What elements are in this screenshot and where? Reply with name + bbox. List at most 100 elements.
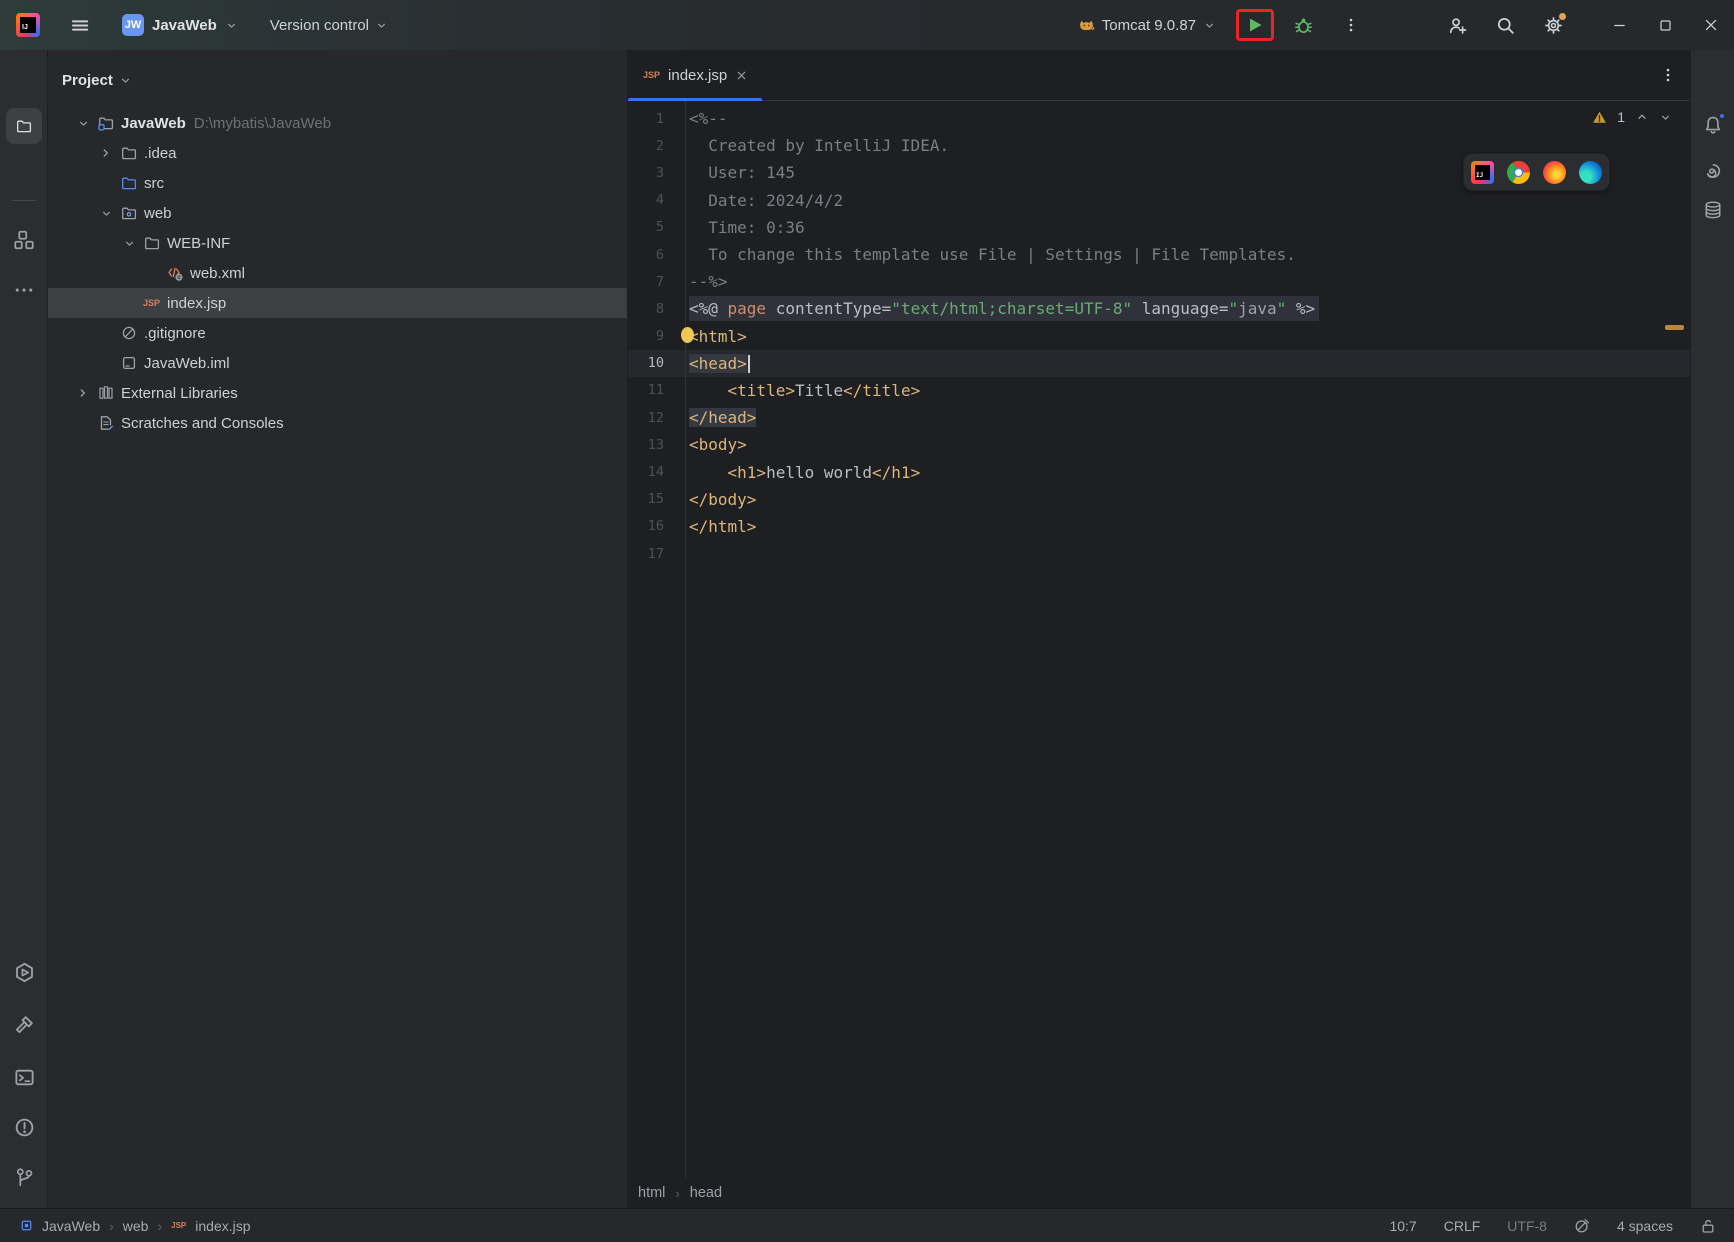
line-number[interactable]: 14 — [628, 464, 685, 480]
code-text: <title>Title</title> — [685, 381, 920, 400]
line-number[interactable]: 13 — [628, 437, 685, 453]
tab-index-jsp[interactable]: JSP index.jsp — [628, 50, 762, 100]
line-number[interactable]: 16 — [628, 518, 685, 534]
unlock-icon[interactable] — [1700, 1218, 1716, 1234]
inspections-widget[interactable]: 1 — [1592, 109, 1672, 125]
line-number[interactable]: 4 — [628, 192, 685, 208]
line-number[interactable]: 8 — [628, 301, 685, 317]
indent-style[interactable]: 4 spaces — [1617, 1218, 1673, 1234]
code-line[interactable]: 9<html> — [628, 323, 1690, 350]
next-problem-button[interactable] — [1659, 111, 1672, 124]
code-line[interactable]: 17 — [628, 540, 1690, 567]
code-line[interactable]: 15</body> — [628, 486, 1690, 513]
tab-close-icon[interactable] — [735, 69, 748, 82]
tree-item-index-jsp[interactable]: JSPindex.jsp — [48, 288, 627, 318]
terminal-tool-button[interactable] — [6, 1059, 42, 1095]
line-number[interactable]: 2 — [628, 138, 685, 154]
chevron-down-icon[interactable] — [98, 205, 114, 221]
line-number[interactable]: 3 — [628, 165, 685, 181]
code-line[interactable]: 1<%-- — [628, 105, 1690, 132]
tree-item-web-xml[interactable]: web.xml — [48, 258, 627, 288]
line-number[interactable]: 9 — [628, 328, 685, 344]
line-number[interactable]: 6 — [628, 247, 685, 263]
project-widget[interactable]: JW JavaWeb — [122, 14, 238, 36]
code-line[interactable]: 12</head> — [628, 404, 1690, 431]
search-everywhere-button[interactable] — [1488, 9, 1522, 41]
breadcrumb-head[interactable]: head — [690, 1185, 722, 1201]
tree-item--gitignore[interactable]: .gitignore — [48, 318, 627, 348]
open-in-firefox-button[interactable] — [1543, 161, 1566, 184]
folder-icon — [16, 118, 32, 134]
version-control-tool-button[interactable] — [6, 1159, 42, 1195]
file-encoding[interactable]: UTF-8 — [1507, 1218, 1547, 1234]
open-in-edge-button[interactable] — [1579, 161, 1602, 184]
line-number[interactable]: 11 — [628, 382, 685, 398]
code-line[interactable]: 8<%@ page contentType="text/html;charset… — [628, 295, 1690, 322]
run-button[interactable] — [1241, 12, 1269, 38]
ai-assistant-button[interactable] — [1695, 153, 1731, 189]
chevron-down-icon[interactable] — [75, 115, 91, 131]
build-tool-button[interactable] — [6, 1006, 42, 1042]
window-controls — [1596, 7, 1734, 43]
chevron-right-icon[interactable] — [75, 385, 91, 401]
code-line[interactable]: 7--%> — [628, 268, 1690, 295]
tree-item-label: .gitignore — [144, 325, 206, 342]
project-tool-button[interactable] — [6, 108, 42, 144]
minimize-button[interactable] — [1596, 7, 1642, 43]
tree-item-scratches-and-consoles[interactable]: Scratches and Consoles — [48, 408, 627, 438]
status-path-web[interactable]: web — [123, 1218, 149, 1234]
main-menu-button[interactable] — [64, 10, 94, 40]
status-path-JavaWeb[interactable]: JavaWeb — [42, 1218, 100, 1234]
structure-tool-button[interactable] — [6, 222, 42, 258]
debug-button[interactable] — [1286, 9, 1320, 41]
warning-stripe-marker[interactable] — [1665, 325, 1684, 330]
project-panel-header[interactable]: Project — [48, 58, 627, 102]
code-line[interactable]: 5 Time: 0:36 — [628, 214, 1690, 241]
caret-position[interactable]: 10:7 — [1389, 1218, 1416, 1234]
line-number[interactable]: 10 — [628, 355, 685, 371]
line-separator[interactable]: CRLF — [1444, 1218, 1481, 1234]
tree-item-web-inf[interactable]: WEB-INF — [48, 228, 627, 258]
chevron-right-icon[interactable] — [98, 145, 114, 161]
services-tool-button[interactable] — [6, 954, 42, 990]
chevron-down-icon[interactable] — [121, 235, 137, 251]
line-number[interactable]: 17 — [628, 546, 685, 562]
add-user-button[interactable] — [1440, 9, 1474, 41]
open-in-chrome-button[interactable] — [1507, 161, 1530, 184]
code-line[interactable]: 14 <h1>hello world</h1> — [628, 458, 1690, 485]
status-path-index.jsp[interactable]: index.jsp — [195, 1218, 250, 1234]
line-number[interactable]: 1 — [628, 111, 685, 127]
previous-problem-button[interactable] — [1635, 110, 1649, 124]
tree-item-javaweb-iml[interactable]: JavaWeb.iml — [48, 348, 627, 378]
code-line[interactable]: 10<head> — [628, 350, 1690, 377]
line-number[interactable]: 5 — [628, 219, 685, 235]
open-in-idea-button[interactable]: IJ — [1471, 161, 1494, 184]
tree-item-external-libraries[interactable]: External Libraries — [48, 378, 627, 408]
close-button[interactable] — [1688, 7, 1734, 43]
breadcrumb-html[interactable]: html — [638, 1185, 665, 1201]
tree-item-javaweb[interactable]: JavaWebD:\mybatis\JavaWeb — [48, 108, 627, 138]
code-line[interactable]: 16</html> — [628, 513, 1690, 540]
vcs-widget[interactable]: Version control — [270, 17, 388, 34]
line-number[interactable]: 15 — [628, 491, 685, 507]
maximize-button[interactable] — [1642, 7, 1688, 43]
code-text: </head> — [685, 408, 756, 427]
run-configuration-selector[interactable]: Tomcat 9.0.87 — [1078, 17, 1216, 34]
database-tool-button[interactable] — [1695, 192, 1731, 228]
code-editor[interactable]: 1<%--2 Created by IntelliJ IDEA.3 User: … — [628, 101, 1690, 1178]
settings-button[interactable] — [1536, 9, 1570, 41]
notifications-button[interactable] — [1695, 107, 1731, 143]
line-number[interactable]: 7 — [628, 274, 685, 290]
tab-options-button[interactable] — [1660, 50, 1676, 100]
tree-item-src[interactable]: src — [48, 168, 627, 198]
code-line[interactable]: 11 <title>Title</title> — [628, 377, 1690, 404]
more-actions-button[interactable] — [1334, 9, 1368, 41]
code-line[interactable]: 13<body> — [628, 431, 1690, 458]
problems-tool-button[interactable] — [6, 1109, 42, 1145]
more-tool-windows-button[interactable] — [6, 272, 42, 308]
highlight-level-icon[interactable] — [1574, 1218, 1590, 1234]
tree-item-web[interactable]: web — [48, 198, 627, 228]
line-number[interactable]: 12 — [628, 410, 685, 426]
tree-item--idea[interactable]: .idea — [48, 138, 627, 168]
code-line[interactable]: 6 To change this template use File | Set… — [628, 241, 1690, 268]
